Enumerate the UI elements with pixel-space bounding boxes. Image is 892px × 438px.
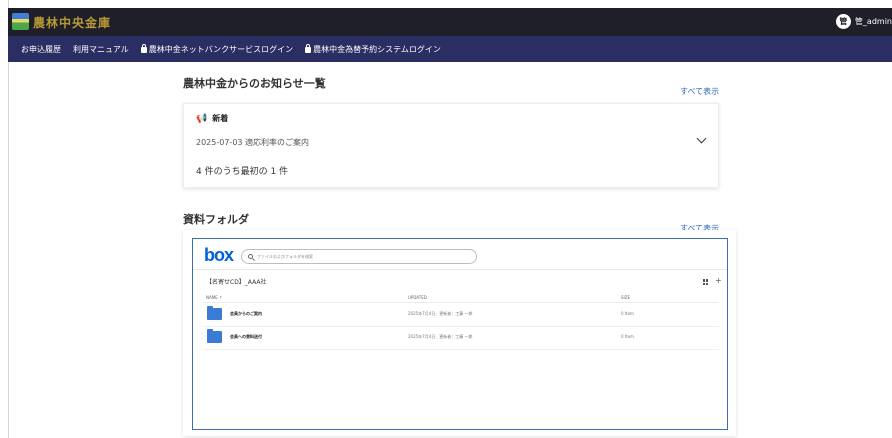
row-updated: 2025年7月4日、更新者：工藤 一郎 [408, 311, 473, 316]
lock-icon [305, 44, 312, 53]
divider [193, 269, 727, 270]
news-section-title: 農林中金からのお知らせ一覧 [183, 77, 326, 90]
folder-icon [207, 329, 222, 343]
avatar[interactable]: 管 [835, 14, 851, 29]
megaphone-icon: 📢 [196, 113, 208, 124]
news-heading-label: 新着 [212, 114, 229, 123]
box-logo: box [204, 245, 234, 265]
table-row[interactable]: 会員への資料送付 2025年7月4日、更新者：工藤 一郎 0 Item [203, 327, 719, 350]
user-menu[interactable]: 管 管_admin [835, 14, 892, 29]
user-name[interactable]: 管_admin [855, 16, 892, 27]
row-size: 0 Item [621, 311, 634, 316]
nav-item-label: 利用マニュアル [73, 44, 129, 54]
lock-icon [140, 44, 147, 53]
grid-view-icon[interactable] [703, 279, 709, 285]
row-size: 0 Item [621, 334, 634, 339]
breadcrumb: 【名寄せCD】_AAA社 [206, 279, 267, 286]
news-heading: 📢 新着 [196, 113, 228, 124]
logo-text[interactable]: 農林中央金庫 [33, 14, 111, 31]
folder-card: box ファイルおよびフォルダを検索 【名寄せCD】_AAA社 + NAME ↑… [183, 230, 736, 436]
logo-icon [12, 13, 29, 30]
nav-item-application-history[interactable]: お申込履歴 [21, 44, 61, 55]
folder-section-title: 資料フォルダ [183, 213, 249, 226]
folder-icon [207, 306, 222, 320]
nav-item-label: お申込履歴 [21, 44, 61, 54]
search-placeholder: ファイルおよびフォルダを検索 [257, 253, 313, 259]
news-count: 4 件のうち最初の 1 件 [196, 167, 289, 177]
search-icon [248, 254, 253, 259]
nav-item-netbank-login[interactable]: 農林中金ネットバンクサービスログイン [140, 44, 294, 55]
row-name[interactable]: 会員への資料送付 [230, 334, 262, 340]
row-updated: 2025年7月4日、更新者：工藤 一郎 [408, 334, 473, 339]
nav-item-label: 農林中金ネットバンクサービスログイン [148, 44, 294, 54]
table-row[interactable]: 会員からのご案内 2025年7月4日、更新者：工藤 一郎 0 Item [203, 304, 719, 327]
add-icon[interactable]: + [715, 276, 722, 285]
column-header-size[interactable]: SIZE [621, 295, 630, 300]
nav-item-fx-reservation-login[interactable]: 農林中金為替予約システムログイン [305, 44, 441, 55]
column-header-name[interactable]: NAME ↑ [206, 295, 222, 300]
main-nav: お申込履歴 利用マニュアル 農林中金ネットバンクサービスログイン 農林中金為替予… [8, 36, 892, 62]
nav-item-user-manual[interactable]: 利用マニュアル [73, 44, 129, 55]
news-item[interactable]: 2025-07-03 適応利率のご案内 [196, 137, 309, 148]
news-see-all-link[interactable]: すべて表示 [680, 86, 719, 97]
row-name[interactable]: 会員からのご案内 [230, 311, 262, 317]
chevron-down-icon[interactable] [696, 133, 707, 144]
news-card: 📢 新着 2025-07-03 適応利率のご案内 4 件のうち最初の 1 件 [183, 103, 719, 188]
column-header-updated[interactable]: UPDATED [408, 295, 427, 300]
divider [203, 302, 719, 303]
search-input[interactable]: ファイルおよびフォルダを検索 [241, 249, 477, 264]
top-bar: 農林中央金庫 管 管_admin [8, 8, 892, 36]
box-embed: box ファイルおよびフォルダを検索 【名寄せCD】_AAA社 + NAME ↑… [192, 238, 728, 430]
nav-item-label: 農林中金為替予約システムログイン [313, 44, 441, 54]
